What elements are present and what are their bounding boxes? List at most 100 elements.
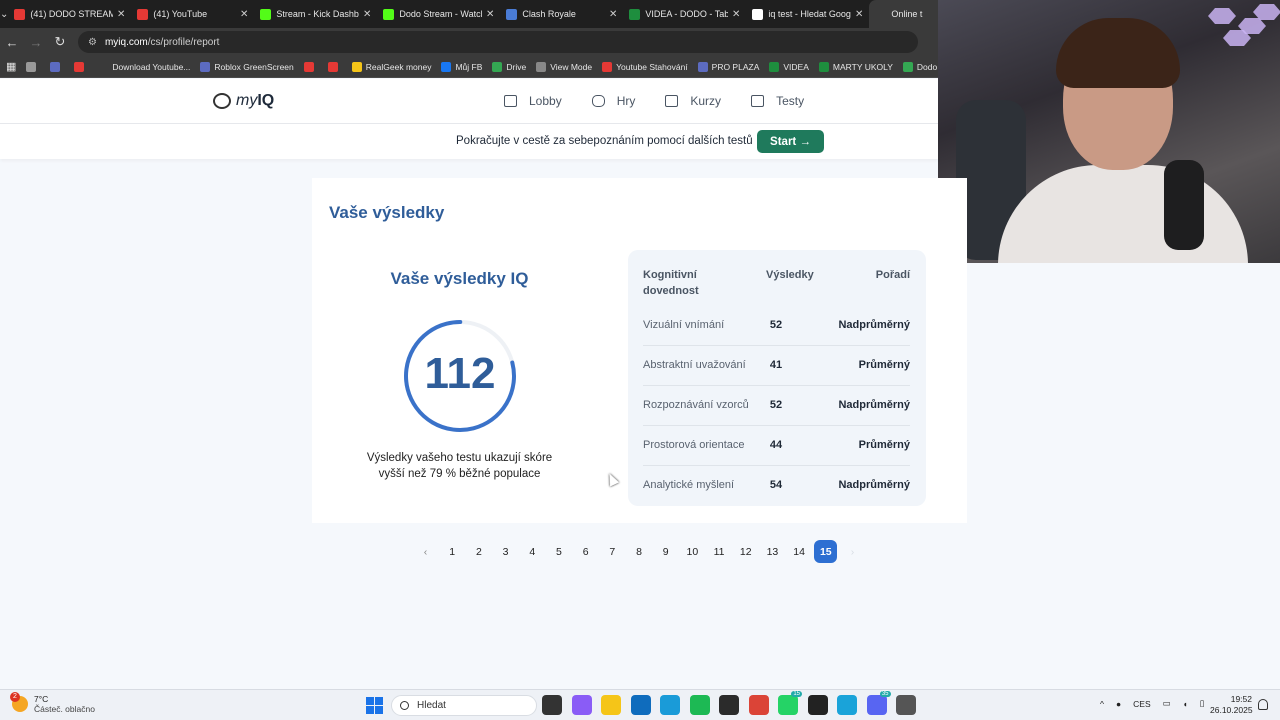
browser-tab[interactable]: Stream - Kick Dashbo ✕ (254, 0, 377, 28)
tab-search-button[interactable]: ⌄ (0, 0, 8, 28)
site-info-icon[interactable]: ⚙ (88, 37, 97, 48)
language-indicator[interactable]: CES (1133, 699, 1150, 709)
nav-label: Testy (776, 94, 805, 108)
calculator-icon[interactable] (896, 695, 916, 715)
browser-tab-bar: ⌄ (41) DODO STREAMU✕(41) YouTube✕Stream … (0, 0, 993, 28)
forward-button[interactable]: → (24, 35, 48, 50)
page-button[interactable]: 4 (520, 540, 544, 563)
home-icon (504, 95, 517, 107)
outlook-icon[interactable] (630, 695, 651, 715)
page-button[interactable]: 7 (600, 540, 624, 563)
bookmark-item[interactable]: PRO PLAZA (697, 61, 759, 72)
chevron-up-icon[interactable]: ^ (1100, 699, 1104, 709)
terminal-icon[interactable] (719, 695, 739, 715)
nav-kurzy[interactable]: Kurzy (665, 94, 721, 108)
bookmark-item[interactable]: RealGeek money (351, 61, 431, 72)
tab-title: Dodo Stream - Watch (399, 9, 482, 19)
bookmark-item[interactable]: Roblox GreenScreen (200, 61, 294, 72)
browser-tab[interactable]: iq test - Hledat Goog ✕ (746, 0, 869, 28)
spotify-icon[interactable] (689, 695, 710, 715)
browser-tab[interactable]: Clash Royale ✕ (500, 0, 623, 28)
page-button[interactable]: 14 (787, 540, 811, 563)
back-button[interactable]: ← (0, 35, 24, 50)
close-tab-icon[interactable]: ✕ (486, 9, 494, 20)
promo-text: Pokračujte v cestě za sebepoznáním pomoc… (456, 135, 753, 147)
taskbar-search[interactable]: Hledat (391, 695, 537, 716)
close-tab-icon[interactable]: ✕ (240, 9, 248, 20)
close-tab-icon[interactable]: ✕ (609, 9, 617, 20)
close-tab-icon[interactable]: ✕ (732, 9, 740, 20)
bookmark-item[interactable]: Dodo videa (902, 61, 938, 72)
page-button[interactable]: 12 (734, 540, 758, 563)
page-button[interactable]: 11 (707, 540, 731, 563)
nav-testy[interactable]: Testy (751, 94, 804, 108)
bookmark-item[interactable]: View Mode (536, 61, 592, 72)
close-tab-icon[interactable]: ✕ (117, 9, 125, 20)
close-tab-icon[interactable]: ✕ (855, 9, 863, 20)
myiq-logo[interactable]: my IQ (213, 92, 274, 110)
microphone-icon[interactable]: ● (1116, 699, 1121, 709)
bookmark-label: Můj FB (455, 61, 483, 72)
bookmark-item[interactable]: Download Youtube... (98, 61, 190, 72)
page-button[interactable]: 3 (494, 540, 518, 563)
bookmark-item[interactable]: VIDEA (769, 61, 809, 72)
page-button[interactable]: 9 (654, 540, 678, 563)
volume-icon[interactable]: ◖ (1183, 699, 1188, 709)
bookmark-label: MARTY UKOLY (832, 61, 893, 72)
bookmark-item[interactable] (327, 61, 342, 72)
notes-icon[interactable] (837, 695, 857, 715)
page-button[interactable]: 1 (440, 540, 464, 563)
epic-games-icon[interactable] (807, 695, 828, 715)
bookmark-favicon-icon (200, 61, 211, 72)
page-button[interactable]: 10 (680, 540, 704, 563)
file-explorer-icon[interactable] (601, 695, 621, 715)
browser-tab[interactable]: (41) DODO STREAMU ✕ (8, 0, 131, 28)
start-button[interactable]: Start → (757, 130, 824, 153)
bookmark-item[interactable] (26, 61, 40, 72)
table-row: Analytické myšlení 54 Nadprůměrný (643, 466, 910, 506)
skill-rank: Průměrný (858, 439, 910, 451)
whatsapp-icon[interactable]: 15 (778, 691, 802, 715)
prev-page-button[interactable]: ‹ (414, 540, 437, 563)
bookmark-item[interactable]: Můj FB (441, 61, 483, 72)
battery-icon[interactable]: ▯ (1200, 698, 1205, 709)
close-tab-icon[interactable]: ✕ (363, 9, 371, 20)
bookmark-item[interactable] (50, 61, 64, 72)
nav-hry[interactable]: Hry (591, 94, 635, 108)
bookmark-item[interactable] (303, 61, 318, 72)
bookmark-item[interactable]: MARTY UKOLY (818, 61, 893, 72)
book-icon (665, 95, 679, 107)
page-button[interactable]: 13 (760, 540, 784, 563)
reload-button[interactable]: ↻ (48, 34, 72, 50)
nav-lobby[interactable]: Lobby (504, 94, 562, 108)
page-button[interactable]: 15 (814, 540, 838, 563)
windows-start-icon[interactable] (366, 697, 383, 714)
notification-bell-icon[interactable] (1258, 699, 1268, 710)
clock[interactable]: 19:52 26.10.2025 (1210, 694, 1253, 716)
next-page-button[interactable]: › (841, 540, 864, 563)
edge-icon[interactable] (660, 695, 680, 715)
discord-icon[interactable]: 35 (866, 691, 891, 715)
page-button[interactable]: 5 (547, 540, 571, 563)
skill-rank: Nadprůměrný (838, 399, 910, 411)
page-button[interactable]: 6 (574, 540, 598, 563)
bookmark-item[interactable]: Youtube Stahování (602, 61, 688, 72)
chrome-icon[interactable] (748, 695, 769, 715)
page-button[interactable]: 8 (627, 540, 651, 563)
apps-grid-icon[interactable]: ▦ (6, 60, 16, 73)
url-bar[interactable]: ⚙ myiq.com/cs/profile/report (78, 31, 918, 53)
weather-widget[interactable]: 2 7°C Částeč. oblačno (10, 692, 95, 714)
network-icon[interactable]: ▭ (1163, 698, 1171, 709)
browser-tab[interactable]: Dodo Stream - Watch ✕ (377, 0, 500, 28)
bookmark-item[interactable]: Drive (492, 61, 526, 72)
browser-tab[interactable]: (41) YouTube ✕ (131, 0, 254, 28)
task-view-icon[interactable] (542, 695, 562, 715)
bookmark-item[interactable] (74, 61, 88, 72)
browser-tab[interactable]: VIDEA - DODO - Tab ✕ (623, 0, 746, 28)
page-button[interactable]: 2 (467, 540, 491, 563)
url-path: /cs/profile/report (147, 36, 220, 48)
copilot-icon[interactable] (571, 695, 592, 715)
bookmark-label: Youtube Stahování (616, 61, 688, 72)
bookmark-label: VIDEA (783, 61, 809, 72)
skill-name: Analytické myšlení (643, 479, 735, 491)
